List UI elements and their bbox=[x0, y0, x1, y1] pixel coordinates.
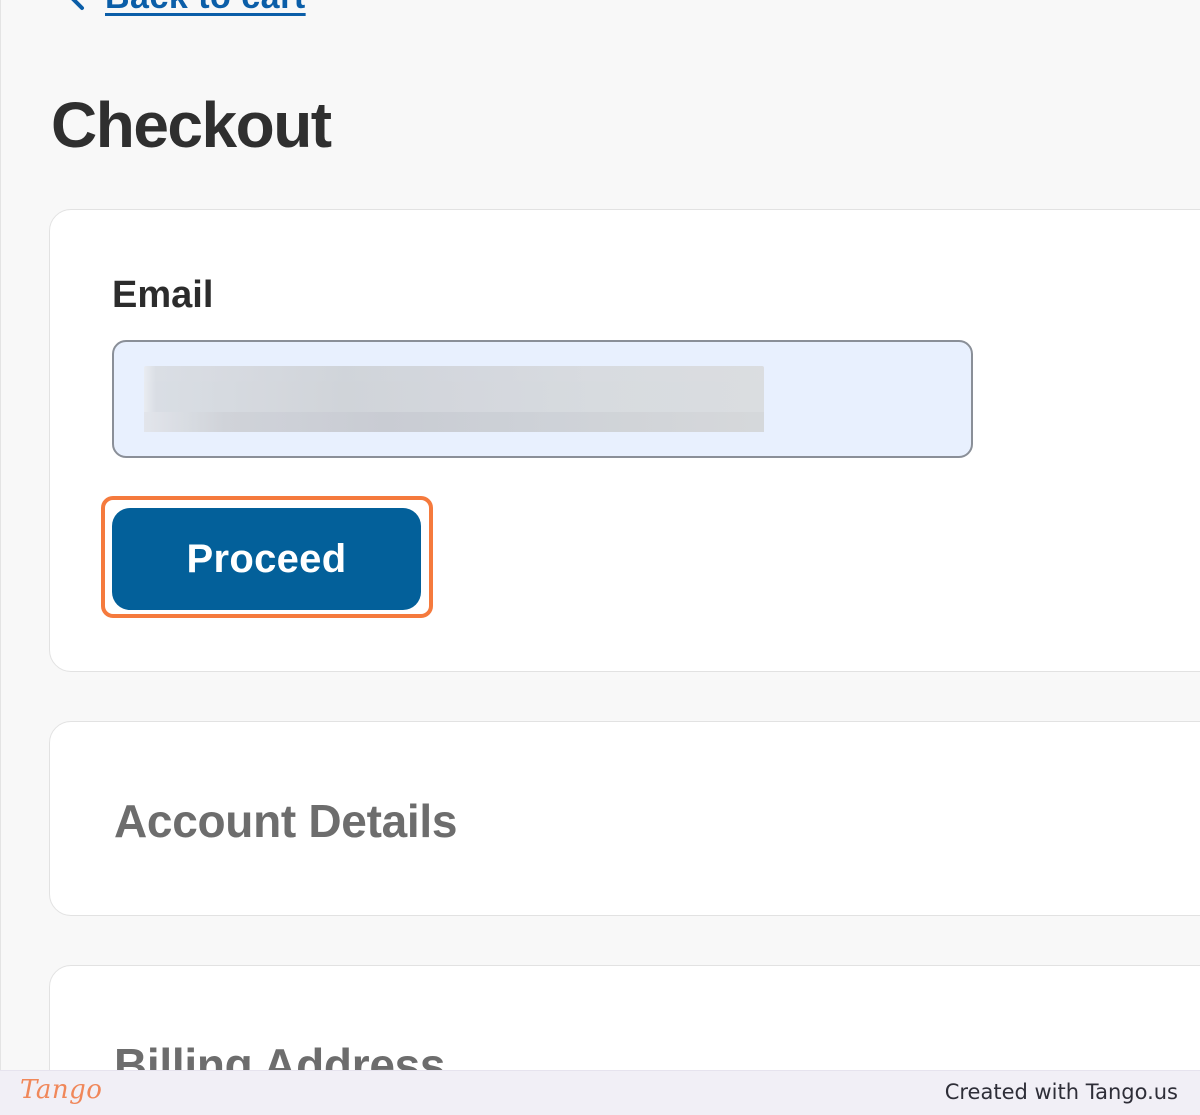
account-details-title: Account Details bbox=[114, 795, 458, 847]
email-card: Email Proceed bbox=[49, 209, 1200, 672]
billing-address-card[interactable]: Billing Address bbox=[49, 965, 1200, 1070]
footer-credit: Created with Tango.us bbox=[944, 1080, 1178, 1104]
email-field[interactable] bbox=[112, 340, 973, 458]
checkout-page: Back to cart Checkout Email Proceed Acco… bbox=[0, 0, 1200, 1070]
back-to-cart-label: Back to cart bbox=[105, 0, 306, 17]
tango-footer: Tango Created with Tango.us bbox=[0, 1070, 1200, 1115]
billing-address-title: Billing Address bbox=[114, 1039, 446, 1070]
back-to-cart-link[interactable]: Back to cart bbox=[63, 0, 306, 17]
email-label: Email bbox=[112, 274, 214, 316]
account-details-card[interactable]: Account Details bbox=[49, 721, 1200, 916]
tango-logo: Tango bbox=[20, 1075, 103, 1105]
chevron-left-icon bbox=[71, 0, 84, 10]
proceed-button[interactable]: Proceed bbox=[112, 508, 421, 610]
page-title: Checkout bbox=[51, 89, 332, 161]
